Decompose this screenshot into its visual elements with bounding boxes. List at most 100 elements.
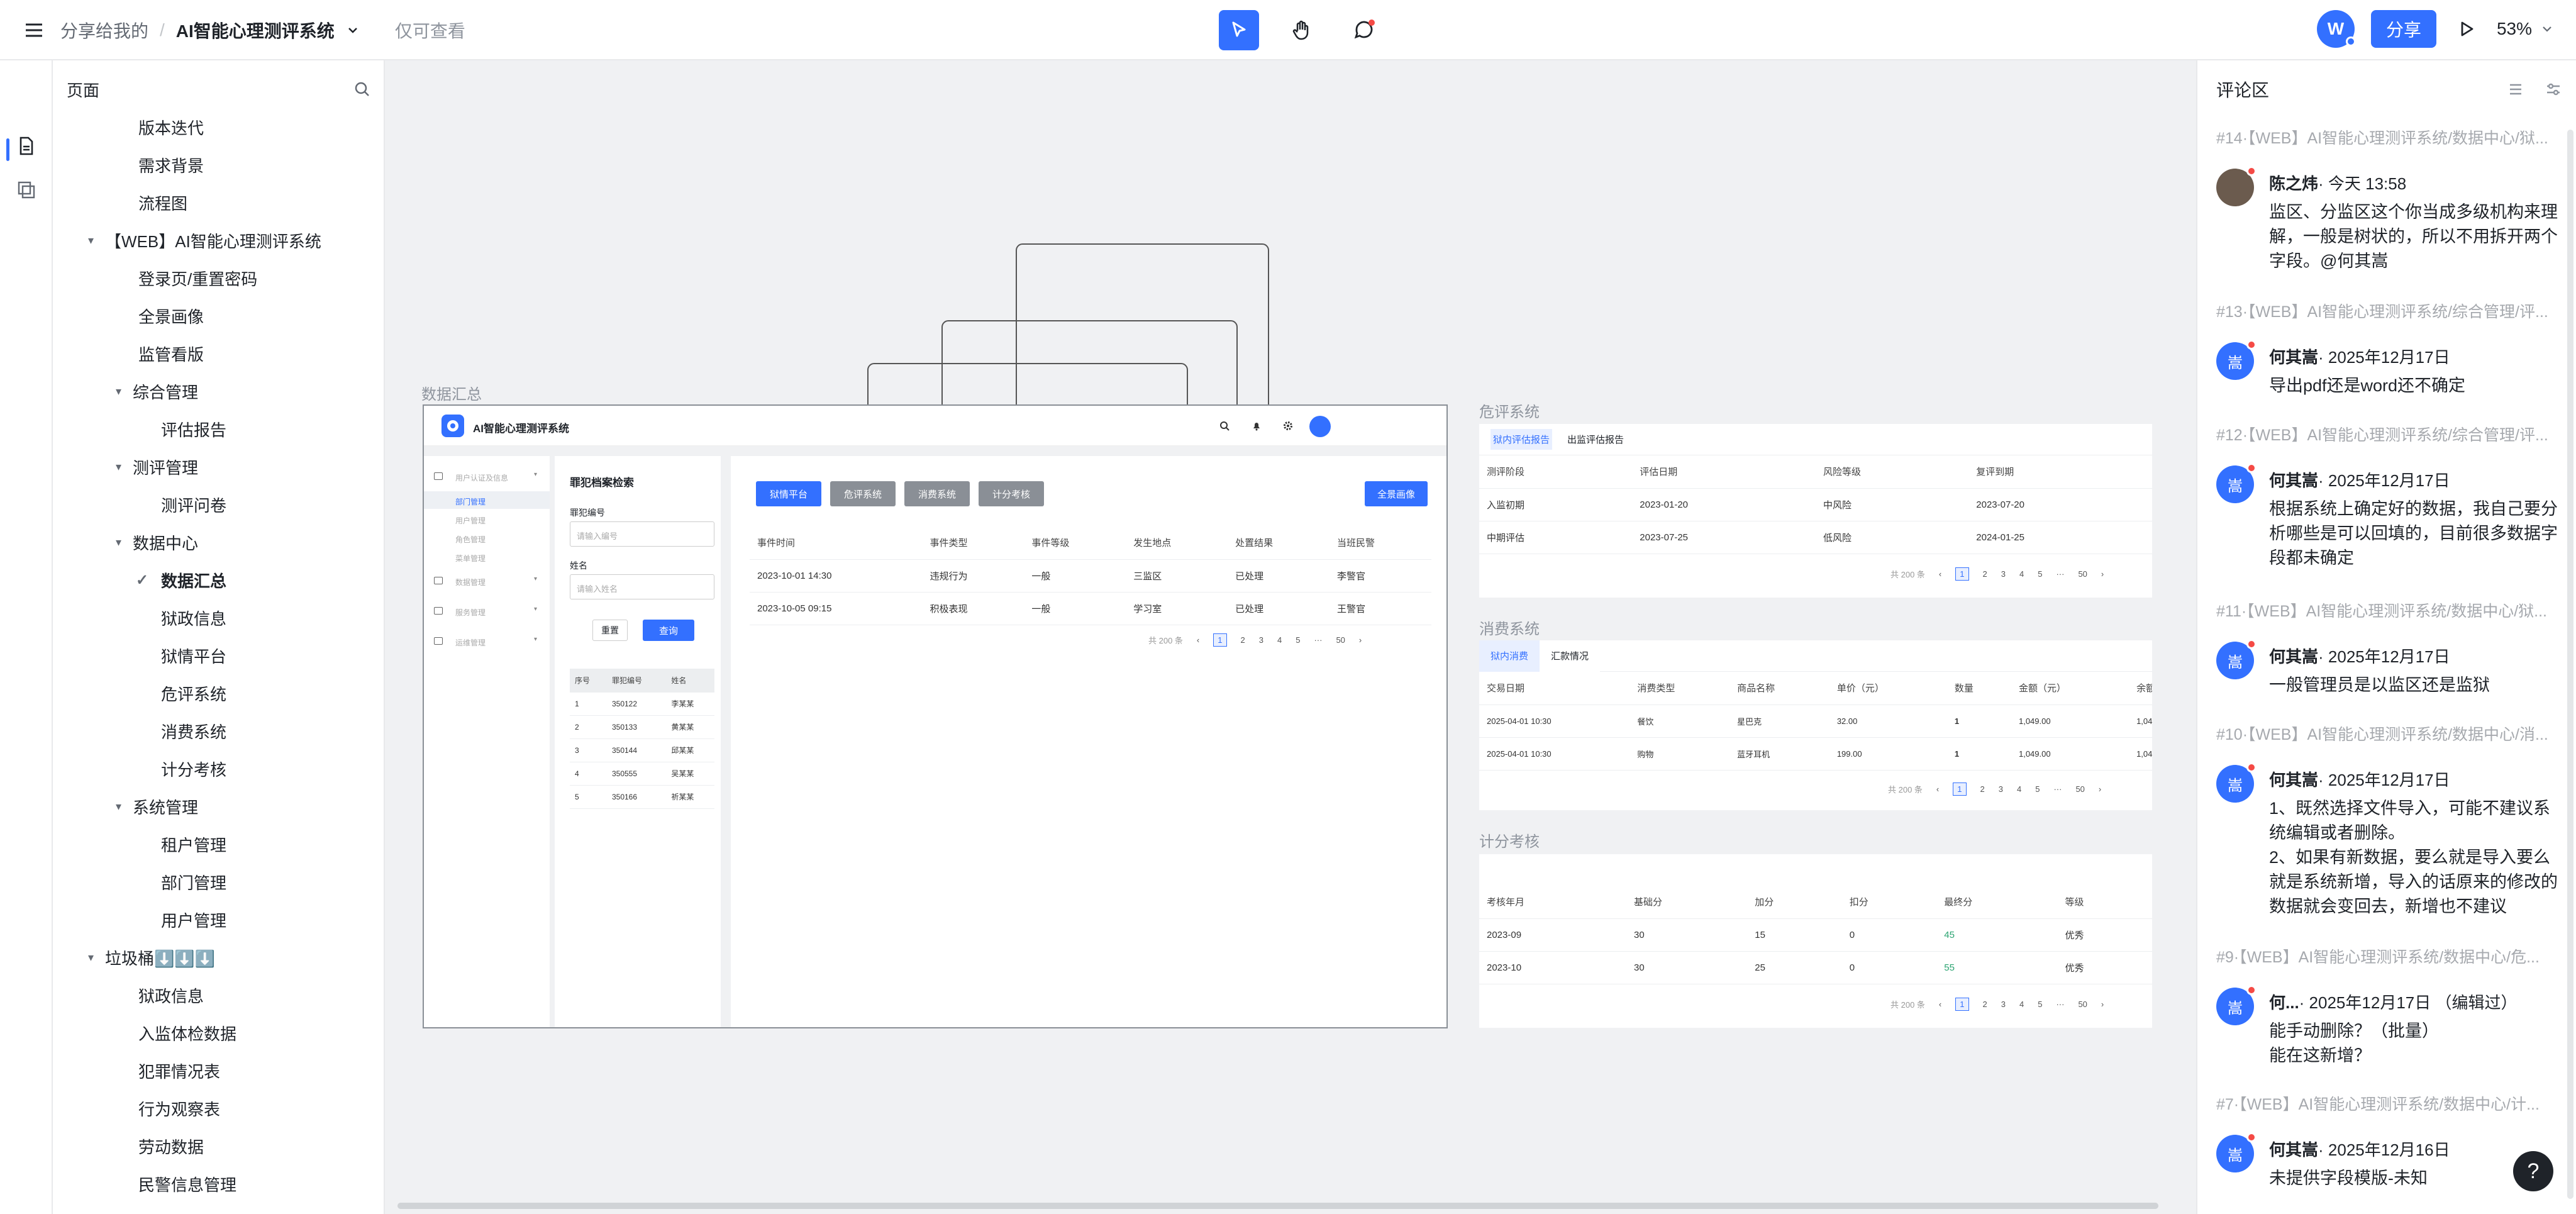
- tree-item[interactable]: 流程图: [138, 190, 187, 215]
- doc-title[interactable]: AI智能心理测评系统: [176, 18, 335, 43]
- pager-item[interactable]: ›: [2101, 1000, 2104, 1009]
- tree-item[interactable]: ▾ 综合管理: [116, 379, 198, 404]
- tree-item[interactable]: ▾ 垃圾桶⬇️⬇️⬇️: [88, 945, 215, 970]
- present-button[interactable]: [2453, 15, 2480, 43]
- tree-item[interactable]: 监管看版: [138, 341, 204, 366]
- canvas-horizontal-scrollbar[interactable]: [397, 1203, 2158, 1209]
- comment-reference[interactable]: #13·【WEB】AI智能心理测评系统/综合管理/评...: [2216, 301, 2556, 323]
- comment-thread[interactable]: #12·【WEB】AI智能心理测评系统/综合管理/评... 嵩 何其嵩· 2025年…: [2216, 424, 2558, 588]
- table-row[interactable]: 入监初期 2023-01-20 中风险 2023-07-20: [1479, 488, 2152, 521]
- pager-item[interactable]: 4: [2019, 1000, 2024, 1009]
- table-row[interactable]: 2023-09 30 15 0 45 优秀: [1479, 918, 2152, 952]
- comment-reference[interactable]: #10·【WEB】AI智能心理测评系统/数据中心/消...: [2216, 723, 2556, 746]
- pager-item[interactable]: 3: [2001, 1000, 2006, 1009]
- tree-item[interactable]: ✓ 数据汇总: [136, 567, 226, 593]
- tree-item[interactable]: 消费系统: [161, 718, 226, 743]
- tree-item[interactable]: 狱政信息: [138, 983, 204, 1008]
- mini-user-avatar[interactable]: [1309, 416, 1331, 437]
- select-tool-button[interactable]: [1219, 10, 1259, 50]
- chevron-down-icon[interactable]: [346, 23, 360, 37]
- tree-item[interactable]: 版本迭代: [138, 114, 204, 140]
- help-button[interactable]: ?: [2513, 1151, 2553, 1191]
- pager-item[interactable]: ···: [2053, 784, 2062, 794]
- tree-item[interactable]: 用户管理: [161, 907, 226, 932]
- pager-item[interactable]: 1: [1953, 782, 1967, 796]
- table-row[interactable]: 5 350166 祈某某: [570, 785, 714, 809]
- pager-item[interactable]: 4: [2019, 569, 2024, 579]
- pager-item[interactable]: 50: [2078, 1000, 2087, 1009]
- frame-risk-system[interactable]: 狱内评估报告 出监评估报告 测评阶段 评估日期 风险等级 复评到期 入监初期 2023-01…: [1479, 424, 2152, 598]
- mini-sidebar-item[interactable]: ▾ 用户认证及信息: [424, 467, 550, 485]
- tree-item[interactable]: 需求背景: [138, 152, 204, 177]
- pager-item[interactable]: 5: [2038, 569, 2042, 579]
- pager-item[interactable]: ‹: [1939, 1000, 1941, 1009]
- breadcrumb-shared-with-me[interactable]: 分享给我的: [60, 18, 148, 43]
- table-row[interactable]: 2023-10 30 25 0 55 优秀: [1479, 951, 2152, 984]
- tree-item[interactable]: ▾ 系统管理: [116, 794, 198, 819]
- tree-item[interactable]: 全景画像: [138, 303, 204, 328]
- frame-score-assessment[interactable]: 考核年月 基础分 加分 扣分 最终分 等级 2023-09 30 15 0 45 优秀 2023-10 3…: [1479, 854, 2152, 1028]
- table-row[interactable]: 4 350555 吴某某: [570, 762, 714, 786]
- comment-thread[interactable]: #9·【WEB】AI智能心理测评系统/数据中心/危... 嵩 何...· 2025年…: [2216, 946, 2556, 1110]
- pager-item[interactable]: 5: [2038, 1000, 2042, 1009]
- bell-icon[interactable]: [1252, 421, 1262, 431]
- tree-item[interactable]: ▾ 数据中心: [116, 530, 198, 555]
- frame-data-summary[interactable]: AI智能心理测评系统 ▾ 用户认证及信息 部门管理 用户管理 角色管理 菜单管理 ▾ 数据管理…: [423, 404, 1448, 1028]
- tree-item[interactable]: 民警信息管理: [138, 1171, 236, 1196]
- mini-sidebar-item[interactable]: 用户管理: [424, 510, 550, 528]
- pager-item[interactable]: 3: [2001, 569, 2006, 579]
- pager-item[interactable]: ···: [2056, 569, 2064, 579]
- pager-item[interactable]: 3: [1999, 784, 2003, 794]
- pager-item[interactable]: 5: [2035, 784, 2040, 794]
- pager-item[interactable]: ···: [2056, 1000, 2064, 1009]
- pager-item[interactable]: 1: [1213, 633, 1227, 647]
- filter-icon[interactable]: [2545, 81, 2562, 98]
- table-row[interactable]: 1 350122 李某某: [570, 692, 714, 716]
- tree-item[interactable]: 计分考核: [161, 756, 226, 781]
- pager-item[interactable]: 3: [1259, 635, 1263, 645]
- system-tab[interactable]: 狱情平台: [756, 481, 821, 506]
- mini-sidebar-item[interactable]: 部门管理: [424, 491, 550, 509]
- pager-item[interactable]: 50: [1336, 635, 1345, 645]
- pager-item[interactable]: 4: [2017, 784, 2021, 794]
- pager-item[interactable]: 50: [2078, 569, 2087, 579]
- table-row[interactable]: 2025-04-01 10:30 购物 蓝牙耳机 199.00 1 1,049.00 1,0…: [1479, 737, 2152, 771]
- pager-item[interactable]: 2: [1983, 1000, 1987, 1009]
- caret-down-icon[interactable]: ▾: [116, 460, 121, 474]
- pager-item[interactable]: 5: [1296, 635, 1300, 645]
- system-tab[interactable]: 消费系统: [904, 481, 970, 506]
- table-row[interactable]: 2 350133 黄某某: [570, 715, 714, 739]
- tree-item[interactable]: 狱情平台: [161, 643, 226, 668]
- pager-item[interactable]: 50: [2075, 784, 2084, 794]
- pager-item[interactable]: ···: [1314, 635, 1322, 645]
- tree-item[interactable]: 租户管理: [161, 832, 226, 857]
- search-icon[interactable]: [353, 81, 371, 98]
- zoom-select[interactable]: 53%: [2497, 19, 2553, 39]
- caret-down-icon[interactable]: ▾: [88, 951, 94, 964]
- comment-tool-button[interactable]: [1345, 10, 1385, 50]
- hand-tool-button[interactable]: [1282, 10, 1322, 50]
- comment-reference[interactable]: #14·【WEB】AI智能心理测评系统/数据中心/狱...: [2216, 127, 2556, 150]
- layers-icon[interactable]: [16, 180, 36, 200]
- comment-reference[interactable]: #7·【WEB】AI智能心理测评系统/数据中心/计...: [2216, 1093, 2556, 1116]
- mini-sidebar-item[interactable]: ▾ 服务管理: [424, 602, 550, 620]
- caret-down-icon[interactable]: ▾: [116, 800, 121, 813]
- tree-item[interactable]: ▾ 【WEB】AI智能心理测评系统: [88, 228, 321, 253]
- mini-sidebar-item[interactable]: 角色管理: [424, 529, 550, 547]
- user-avatar[interactable]: W: [2316, 10, 2356, 48]
- portrait-button[interactable]: 全景画像: [1365, 481, 1428, 506]
- caret-down-icon[interactable]: ▾: [116, 536, 121, 549]
- design-canvas[interactable]: 数据汇总 AI智能心理测评系统 ▾ 用户认证及信息 部门管理 用户管理 角色管理 菜单管理…: [385, 60, 2196, 1214]
- table-row[interactable]: 中期评估 2023-07-25 低风险 2024-01-25: [1479, 521, 2152, 554]
- pager-item[interactable]: ›: [2101, 569, 2104, 579]
- comments-scrollbar[interactable]: [2567, 130, 2573, 1199]
- menu-icon[interactable]: [23, 19, 45, 42]
- share-button[interactable]: 分享: [2370, 10, 2436, 48]
- tree-item[interactable]: 行为观察表: [138, 1096, 220, 1121]
- pager-item[interactable]: ‹: [1936, 784, 1939, 794]
- comment-reference[interactable]: #11·【WEB】AI智能心理测评系统/数据中心/狱...: [2216, 600, 2556, 623]
- system-tab[interactable]: 危评系统: [830, 481, 896, 506]
- caret-down-icon[interactable]: ▾: [116, 385, 121, 398]
- pages-icon[interactable]: [16, 136, 36, 156]
- table-row[interactable]: 2023-10-05 09:15 积极表现 一般 学习室 已处理 王警官: [750, 592, 1431, 625]
